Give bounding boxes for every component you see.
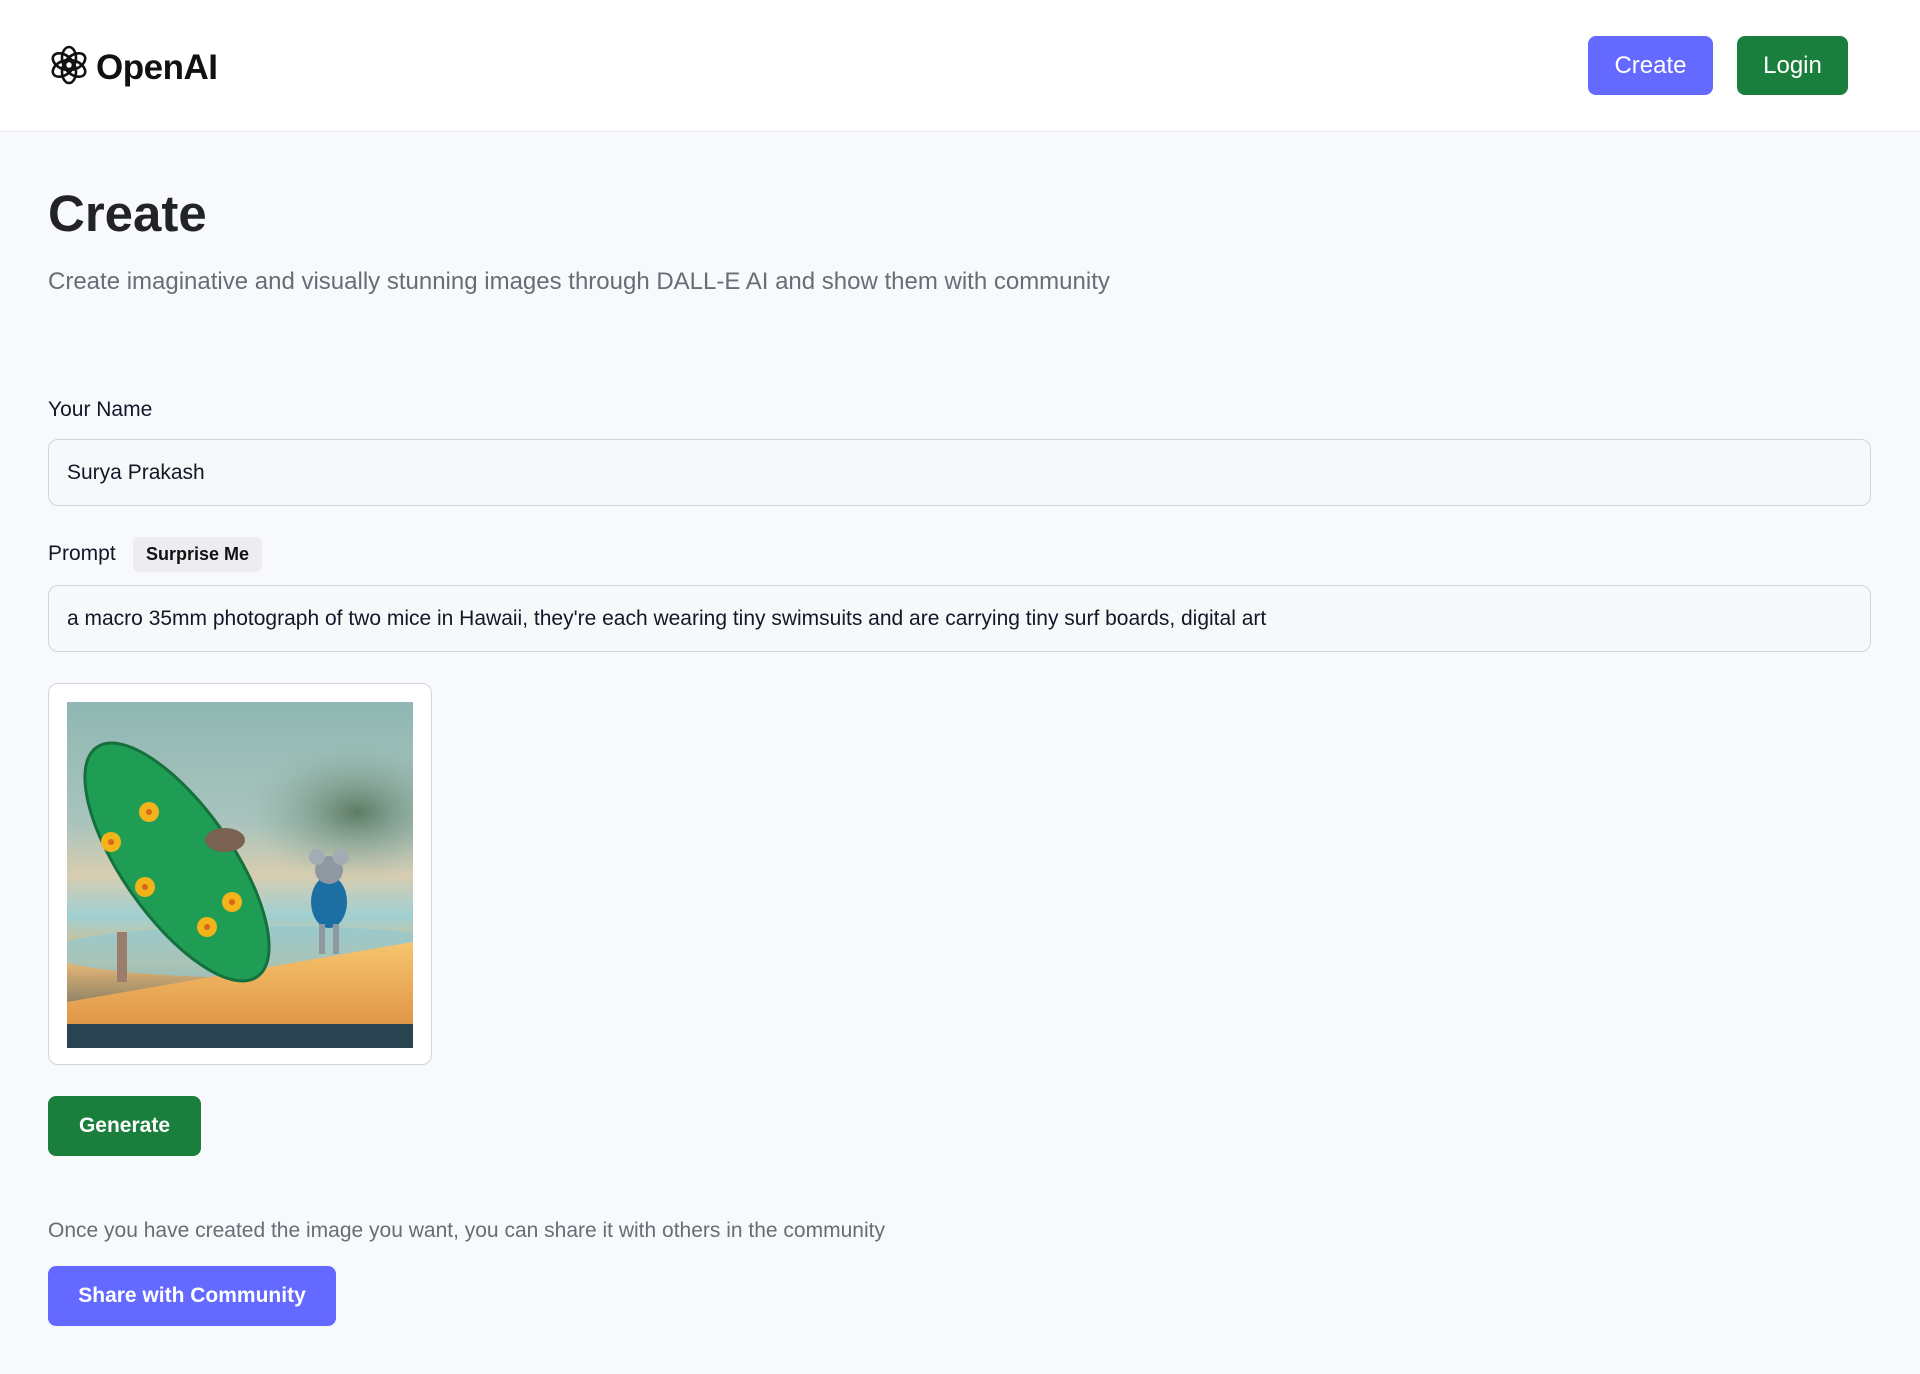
name-input[interactable]	[48, 439, 1871, 506]
generate-button[interactable]: Generate	[48, 1096, 201, 1156]
share-note: Once you have created the image you want…	[48, 1219, 885, 1242]
brand-name: OpenAI	[96, 47, 218, 87]
login-button[interactable]: Login	[1737, 36, 1848, 95]
generated-image-preview	[48, 683, 432, 1065]
top-navbar: OpenAI Create Login	[0, 0, 1920, 132]
surprise-me-button[interactable]: Surprise Me	[133, 537, 262, 572]
generated-image	[67, 702, 413, 1048]
name-label: Your Name	[48, 398, 153, 421]
page-title: Create	[48, 185, 207, 242]
page-subtitle: Create imaginative and visually stunning…	[48, 268, 1110, 295]
share-with-community-button[interactable]: Share with Community	[48, 1266, 336, 1326]
prompt-label: Prompt	[48, 542, 116, 565]
create-nav-button[interactable]: Create	[1588, 36, 1713, 95]
brand-logo[interactable]: OpenAI	[48, 44, 218, 91]
prompt-input[interactable]	[48, 585, 1871, 652]
openai-logo-icon	[48, 44, 90, 91]
